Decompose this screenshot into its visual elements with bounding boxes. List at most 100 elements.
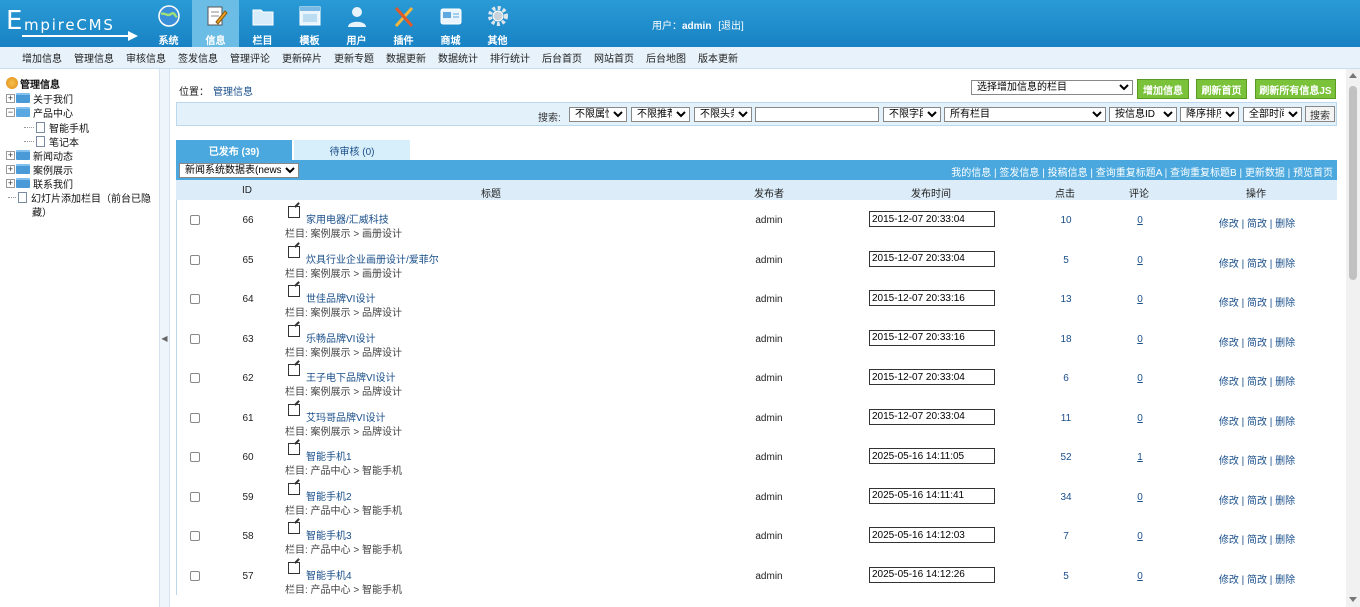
subnav-item[interactable]: 管理信息 xyxy=(68,50,120,65)
recommend-filter-select[interactable]: 不限推荐 xyxy=(631,107,690,122)
row-title-link[interactable]: 智能手机4 xyxy=(306,567,352,582)
row-checkbox[interactable] xyxy=(190,491,200,502)
toolbar-link[interactable]: 我的信息 xyxy=(951,168,991,179)
row-time-field[interactable] xyxy=(869,527,995,543)
edit-link[interactable]: 修改 xyxy=(1219,219,1239,230)
subnav-item[interactable]: 签发信息 xyxy=(172,50,224,65)
delete-link[interactable]: 删除 xyxy=(1275,338,1295,349)
tree-item-slides[interactable]: 幻灯片添加栏目（前台已隐 xyxy=(8,190,151,205)
sidebar-toggle[interactable]: ◀ xyxy=(160,69,170,607)
simple-edit-link[interactable]: 简改 xyxy=(1247,377,1267,388)
row-checkbox[interactable] xyxy=(190,373,200,383)
simple-edit-link[interactable]: 简改 xyxy=(1247,219,1267,230)
row-time-field[interactable] xyxy=(869,487,995,504)
row-title-link[interactable]: 智能手机3 xyxy=(306,527,352,542)
simple-edit-link[interactable]: 简改 xyxy=(1247,298,1267,309)
order-select[interactable]: 降序排序 xyxy=(1180,107,1239,122)
simple-edit-link[interactable]: 简改 xyxy=(1247,259,1267,270)
row-title-link[interactable]: 王子电下品牌VI设计 xyxy=(306,369,395,384)
delete-link[interactable]: 删除 xyxy=(1275,417,1295,428)
row-time-field[interactable] xyxy=(869,250,995,267)
vertical-scrollbar[interactable] xyxy=(1346,69,1360,607)
row-checkbox[interactable] xyxy=(190,570,200,581)
row-title-link[interactable]: 智能手机2 xyxy=(306,488,352,503)
subnav-item[interactable]: 更新碎片 xyxy=(276,50,328,65)
edit-link[interactable]: 修改 xyxy=(1219,377,1239,388)
subnav-item[interactable]: 后台首页 xyxy=(536,50,588,65)
row-checkbox[interactable] xyxy=(190,531,200,541)
delete-link[interactable]: 删除 xyxy=(1275,456,1295,467)
subnav-item[interactable]: 排行统计 xyxy=(484,50,536,65)
edit-link[interactable]: 修改 xyxy=(1219,259,1239,270)
search-input[interactable] xyxy=(755,107,879,122)
logout-link[interactable]: [退出] xyxy=(718,21,744,32)
row-time-field[interactable] xyxy=(869,408,995,425)
row-time-field[interactable] xyxy=(869,369,995,385)
column-filter-select[interactable]: 所有栏目 xyxy=(944,107,1106,122)
add-column-select[interactable]: 选择增加信息的栏目 xyxy=(971,80,1133,95)
simple-edit-link[interactable]: 简改 xyxy=(1247,535,1267,546)
row-checkbox[interactable] xyxy=(190,254,200,265)
toolbar-link[interactable]: 更新数据 xyxy=(1245,168,1285,179)
row-comments-link[interactable]: 0 xyxy=(1137,255,1143,266)
attr-filter-select[interactable]: 不限属性 xyxy=(569,107,627,122)
topnav-item[interactable]: 栏目 xyxy=(239,0,286,47)
row-title-link[interactable]: 世佳品牌VI设计 xyxy=(306,290,375,305)
simple-edit-link[interactable]: 简改 xyxy=(1247,575,1267,586)
subnav-item[interactable]: 数据统计 xyxy=(432,50,484,65)
toolbar-link[interactable]: 预览首页 xyxy=(1293,168,1333,179)
topnav-item[interactable]: 模板 xyxy=(286,0,333,47)
search-button[interactable]: 搜索 xyxy=(1305,106,1335,122)
row-checkbox[interactable] xyxy=(190,452,200,462)
subnav-item[interactable]: 更新专题 xyxy=(328,50,380,65)
simple-edit-link[interactable]: 简改 xyxy=(1247,496,1267,507)
row-title-link[interactable]: 家用电器/汇威科技 xyxy=(306,211,389,226)
row-comments-link[interactable]: 0 xyxy=(1137,294,1143,305)
tree-item-contact[interactable]: + 联系我们 xyxy=(6,176,73,191)
delete-link[interactable]: 删除 xyxy=(1275,377,1295,388)
empirecms-logo[interactable]: E mpireCMS xyxy=(6,6,141,41)
topnav-item[interactable]: 信息 xyxy=(192,0,239,47)
scroll-down-icon[interactable] xyxy=(1349,597,1357,602)
scroll-thumb[interactable] xyxy=(1349,86,1357,280)
simple-edit-link[interactable]: 简改 xyxy=(1247,338,1267,349)
refresh-js-button[interactable]: 刷新所有信息JS xyxy=(1255,79,1336,99)
row-checkbox[interactable] xyxy=(190,294,200,304)
data-table-select[interactable]: 新闻系统数据表(news) xyxy=(179,163,299,178)
row-comments-link[interactable]: 0 xyxy=(1137,373,1143,384)
edit-link[interactable]: 修改 xyxy=(1219,338,1239,349)
scroll-up-icon[interactable] xyxy=(1349,73,1357,78)
row-time-field[interactable] xyxy=(869,211,995,227)
subnav-item[interactable]: 版本更新 xyxy=(692,50,744,65)
order-by-select[interactable]: 按信息ID xyxy=(1109,107,1177,122)
tab-pending[interactable]: 待审核 (0) xyxy=(294,140,410,160)
simple-edit-link[interactable]: 简改 xyxy=(1247,456,1267,467)
row-time-field[interactable] xyxy=(869,329,995,346)
edit-link[interactable]: 修改 xyxy=(1219,535,1239,546)
delete-link[interactable]: 删除 xyxy=(1275,575,1295,586)
tree-item-cases[interactable]: + 案例展示 xyxy=(6,162,73,177)
row-comments-link[interactable]: 0 xyxy=(1137,571,1143,582)
collapse-minus-icon[interactable]: − xyxy=(6,107,15,117)
expand-plus-icon[interactable]: + xyxy=(6,178,15,188)
row-title-link[interactable]: 乐畅品牌VI设计 xyxy=(306,330,375,345)
toolbar-link[interactable]: 签发信息 xyxy=(999,168,1039,179)
topnav-item[interactable]: 其他 xyxy=(474,0,521,47)
row-comments-link[interactable]: 0 xyxy=(1137,413,1143,424)
expand-plus-icon[interactable]: + xyxy=(6,150,15,160)
subnav-item[interactable]: 网站首页 xyxy=(588,50,640,65)
row-time-field[interactable] xyxy=(869,290,995,306)
topnav-item[interactable]: 商城 xyxy=(427,0,474,47)
row-time-field[interactable] xyxy=(869,448,995,464)
field-filter-select[interactable]: 不限字段 xyxy=(883,107,941,122)
tree-root[interactable]: 管理信息 xyxy=(6,76,60,91)
edit-link[interactable]: 修改 xyxy=(1219,417,1239,428)
time-filter-select[interactable]: 全部时间 xyxy=(1243,107,1302,122)
row-comments-link[interactable]: 0 xyxy=(1137,215,1143,226)
toolbar-link[interactable]: 查询重复标题B xyxy=(1170,168,1237,179)
row-checkbox[interactable] xyxy=(190,333,200,344)
tree-item-news[interactable]: + 新闻动态 xyxy=(6,148,73,163)
location-link[interactable]: 管理信息 xyxy=(213,87,253,98)
delete-link[interactable]: 删除 xyxy=(1275,259,1295,270)
row-comments-link[interactable]: 0 xyxy=(1137,531,1143,542)
